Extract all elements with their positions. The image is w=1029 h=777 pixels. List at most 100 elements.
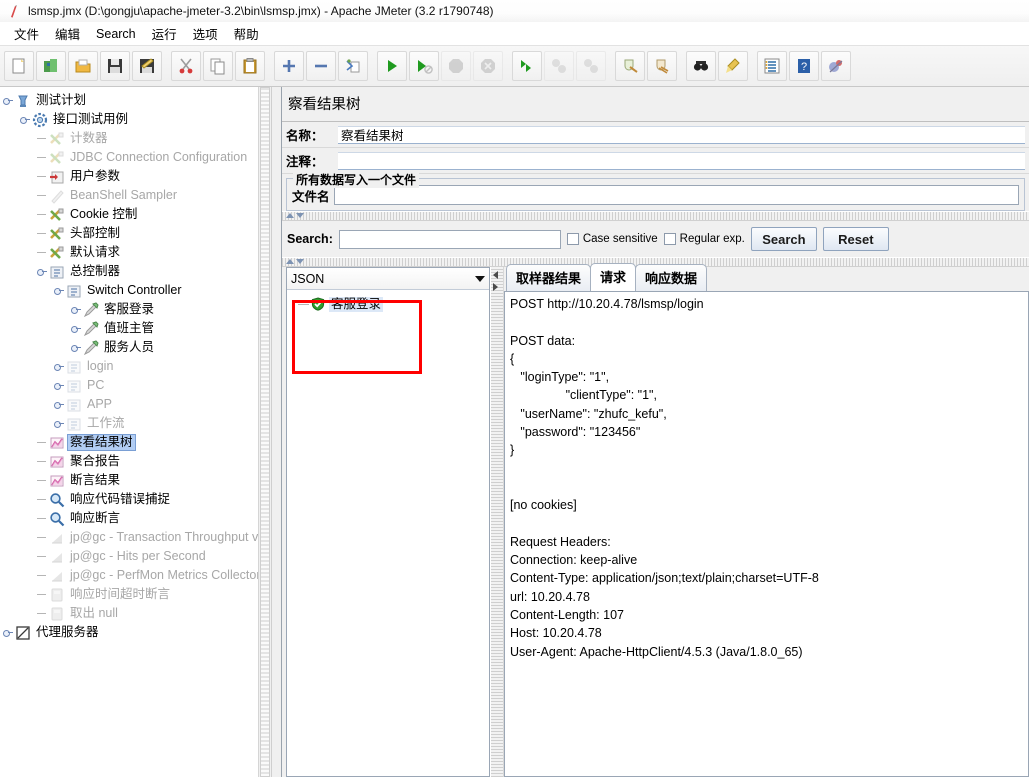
tree-item[interactable]: 工作流 [2, 414, 271, 433]
search-input[interactable] [338, 229, 561, 249]
tree-expand-toggle[interactable] [70, 300, 82, 319]
tree-item[interactable]: Cookie 控制 [2, 205, 271, 224]
function-helper-button[interactable] [757, 51, 787, 81]
tree-item[interactable]: 代理服务器 [2, 623, 271, 642]
misc-button[interactable] [821, 51, 851, 81]
start-button[interactable] [377, 51, 407, 81]
chevron-down-icon[interactable] [296, 259, 304, 264]
tree-expand-toggle[interactable] [36, 262, 48, 281]
stop-remote-button[interactable] [544, 51, 574, 81]
tree-expand-toggle[interactable] [53, 414, 65, 433]
shutdown-remote-button[interactable] [576, 51, 606, 81]
tree-item[interactable]: 断言结果 [2, 471, 271, 490]
tree-expand-toggle[interactable] [53, 357, 65, 376]
search-button[interactable] [686, 51, 716, 81]
tree-expand-toggle[interactable] [53, 281, 65, 300]
collapse-all-button[interactable] [306, 51, 336, 81]
case-sensitive-checkbox[interactable]: Case sensitive [566, 233, 658, 245]
menu-edit[interactable]: 编辑 [47, 22, 88, 45]
name-input[interactable] [338, 125, 1025, 144]
tree-item[interactable]: 察看结果树 [2, 433, 271, 452]
tree-item[interactable]: jp@gc - PerfMon Metrics Collector [2, 566, 271, 585]
save-as-button[interactable] [132, 51, 162, 81]
menu-help[interactable]: 帮助 [226, 22, 267, 45]
chevron-right-icon[interactable] [493, 283, 498, 291]
chevron-down-icon[interactable] [296, 213, 304, 218]
tree-expand-toggle[interactable] [2, 623, 14, 642]
menu-options[interactable]: 选项 [185, 22, 226, 45]
tree-item[interactable]: 总控制器 [2, 262, 271, 281]
tree-item[interactable]: JDBC Connection Configuration [2, 148, 271, 167]
list-item[interactable]: 客服登录 [287, 294, 489, 314]
clear-button[interactable] [615, 51, 645, 81]
tree-item[interactable]: 用户参数 [2, 167, 271, 186]
tree-item[interactable]: BeanShell Sampler [2, 186, 271, 205]
tree-item[interactable]: 测试计划 [2, 91, 271, 110]
tree-item[interactable]: 计数器 [2, 129, 271, 148]
tree-scrollbar-thumb[interactable] [260, 87, 270, 777]
search-submit-button[interactable]: Search [750, 227, 817, 251]
tree-item[interactable]: 服务人员 [2, 338, 271, 357]
tree-item[interactable]: APP [2, 395, 271, 414]
regular-exp-checkbox[interactable]: Regular exp. [663, 233, 745, 245]
menu-run[interactable]: 运行 [144, 22, 185, 45]
request-textarea[interactable]: POST http://10.20.4.78/lsmsp/login POST … [504, 291, 1029, 777]
tree-expand-toggle[interactable] [2, 91, 14, 110]
start-remote-button[interactable] [512, 51, 542, 81]
open-button[interactable] [68, 51, 98, 81]
tree-item[interactable]: 响应代码错误捕捉 [2, 490, 271, 509]
help-book-button[interactable]: ? [789, 51, 819, 81]
main-vertical-splitter[interactable] [272, 87, 282, 777]
tree-item[interactable]: jp@gc - Transaction Throughput vs [2, 528, 271, 547]
tree-item[interactable]: 响应断言 [2, 509, 271, 528]
start-no-timers-button[interactable] [409, 51, 439, 81]
renderer-dropdown[interactable]: JSON [287, 268, 489, 290]
new-button[interactable] [4, 51, 34, 81]
checkbox-box[interactable] [566, 233, 579, 245]
tab-request[interactable]: 请求 [590, 263, 637, 291]
save-button[interactable] [100, 51, 130, 81]
tree-item[interactable]: 头部控制 [2, 224, 271, 243]
menu-file[interactable]: 文件 [6, 22, 47, 45]
tree-item[interactable]: 聚合报告 [2, 452, 271, 471]
tree-item[interactable]: 接口测试用例 [2, 110, 271, 129]
tree-expand-toggle[interactable] [70, 338, 82, 357]
tree-expand-toggle[interactable] [19, 110, 31, 129]
tree-item[interactable]: Switch Controller [2, 281, 271, 300]
test-plan-tree[interactable]: 测试计划 接口测试用例 计数器 JDBC Connection Configurati… [0, 87, 271, 777]
checkbox-box[interactable] [663, 233, 676, 245]
tab-response-data[interactable]: 响应数据 [635, 264, 708, 291]
shutdown-button[interactable] [473, 51, 503, 81]
tree-item[interactable]: PC [2, 376, 271, 395]
tree-expand-toggle[interactable] [53, 395, 65, 414]
tree-item[interactable]: 取出 null [2, 604, 271, 623]
upper-collapse-splitter[interactable] [282, 211, 1029, 221]
chevron-down-icon[interactable] [470, 269, 489, 288]
chevron-up-icon[interactable] [286, 213, 294, 218]
menu-search[interactable]: Search [88, 25, 144, 43]
stop-button[interactable] [441, 51, 471, 81]
tree-vertical-scrollbar[interactable] [258, 87, 271, 777]
tab-sampler-result[interactable]: 取样器结果 [506, 264, 592, 291]
chevron-left-icon[interactable] [493, 271, 498, 279]
tree-expand-toggle[interactable] [53, 376, 65, 395]
tree-item[interactable]: 值班主管 [2, 319, 271, 338]
tree-expand-toggle[interactable] [70, 319, 82, 338]
filename-input[interactable] [333, 185, 1019, 205]
paste-button[interactable] [235, 51, 265, 81]
clear-all-button[interactable] [647, 51, 677, 81]
tree-item[interactable]: 默认请求 [2, 243, 271, 262]
cut-button[interactable] [171, 51, 201, 81]
tree-item[interactable]: jp@gc - Hits per Second [2, 547, 271, 566]
tree-item[interactable]: 响应时间超时断言 [2, 585, 271, 604]
tree-item[interactable]: login [2, 357, 271, 376]
expand-all-button[interactable] [274, 51, 304, 81]
search-reset-button[interactable]: Reset [822, 227, 889, 251]
search-reset-button[interactable] [718, 51, 748, 81]
tree-item[interactable]: 客服登录 [2, 300, 271, 319]
results-horizontal-splitter[interactable] [490, 267, 504, 777]
copy-button[interactable] [203, 51, 233, 81]
comment-input[interactable] [338, 151, 1025, 170]
templates-button[interactable] [36, 51, 66, 81]
chevron-up-icon[interactable] [286, 259, 294, 264]
